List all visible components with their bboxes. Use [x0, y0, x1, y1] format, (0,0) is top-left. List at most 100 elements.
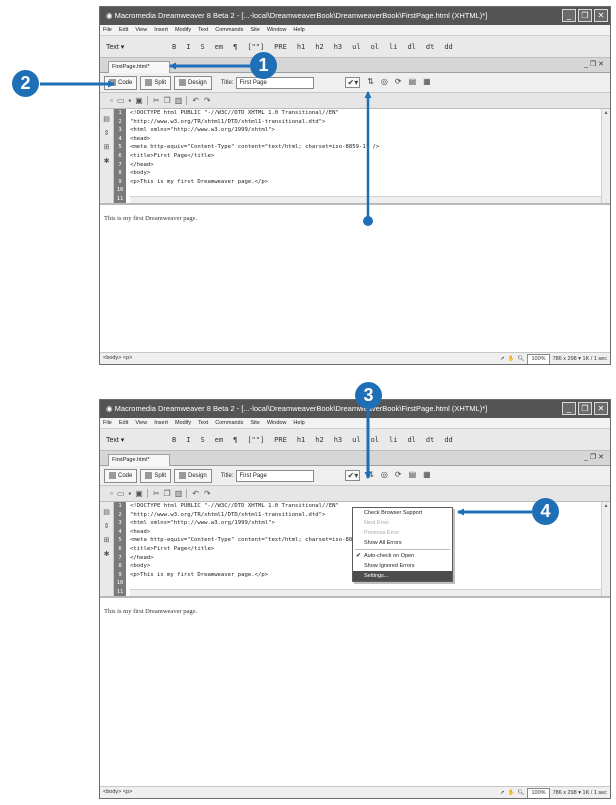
menu-modify[interactable]: Modify	[175, 418, 191, 428]
visual-aids-icon[interactable]: ▦	[423, 470, 431, 481]
undo-icon[interactable]: ↶	[192, 489, 199, 498]
gutter-select-parent-icon[interactable]: ⊞	[100, 143, 113, 151]
insert-btn-ul[interactable]: ul	[352, 43, 360, 51]
menu-help[interactable]: Help	[293, 418, 304, 428]
restore-button[interactable]: ❐	[578, 402, 592, 415]
menu-view[interactable]: View	[135, 418, 147, 428]
insert-btn-blockquote[interactable]: [""]	[247, 43, 264, 51]
cut-icon[interactable]: ✂	[153, 489, 160, 498]
tag-selector[interactable]: <body> <p>	[103, 355, 132, 361]
insert-btn-strong[interactable]: S	[200, 436, 204, 444]
refresh-icon[interactable]: ⟳	[395, 470, 402, 481]
menu-text[interactable]: Text	[198, 418, 208, 428]
code-view-button[interactable]: Code	[104, 468, 138, 483]
insert-btn-ul[interactable]: ul	[352, 436, 360, 444]
design-view-button[interactable]: Design	[174, 75, 212, 90]
new-file-icon[interactable]: ▫	[110, 96, 113, 105]
gutter-collapse-icon[interactable]: ⇕	[100, 522, 113, 530]
insert-btn-italic[interactable]: I	[186, 436, 190, 444]
menu-window[interactable]: Window	[267, 25, 287, 35]
zoom-tool-icon[interactable]: 🔍︎	[518, 788, 525, 798]
insert-btn-dt[interactable]: dt	[426, 436, 434, 444]
menu-file[interactable]: File	[103, 25, 112, 35]
insert-btn-li[interactable]: li	[389, 43, 397, 51]
title-input[interactable]: First Page	[236, 469, 315, 482]
menu-item-auto-check-on-open[interactable]: ✔ Auto-check on Open	[353, 551, 452, 561]
minimize-button[interactable]: _	[562, 9, 576, 22]
gutter-select-parent-icon[interactable]: ⊞	[100, 536, 113, 544]
open-icon[interactable]: ▭	[117, 96, 125, 105]
tag-selector[interactable]: <body> <p>	[103, 789, 132, 795]
insert-btn-dl[interactable]: dl	[407, 43, 415, 51]
file-management-icon[interactable]: ⇅	[367, 77, 374, 88]
design-view-button[interactable]: Design	[174, 468, 212, 483]
paste-icon[interactable]: ▥	[175, 96, 183, 105]
insert-btn-dt[interactable]: dt	[426, 43, 434, 51]
insert-btn-dl[interactable]: dl	[407, 436, 415, 444]
insert-category-select[interactable]: Text ▾	[106, 43, 142, 51]
preview-browser-icon[interactable]: ◎	[381, 77, 388, 88]
redo-icon[interactable]: ↷	[204, 489, 211, 498]
copy-icon[interactable]: ❐	[164, 489, 171, 498]
save-all-icon[interactable]: ▣	[135, 96, 143, 105]
gutter-balance-icon[interactable]: ✱	[100, 550, 113, 558]
insert-btn-strong[interactable]: S	[200, 43, 204, 51]
menu-item-show-all-errors[interactable]: Show All Errors	[353, 538, 452, 548]
code-view-button[interactable]: Code	[104, 75, 138, 90]
design-view[interactable]: This is my first Dreamweaver page.	[100, 205, 610, 355]
insert-btn-bold[interactable]: B	[172, 436, 176, 444]
design-paragraph[interactable]: This is my first Dreamweaver page.	[104, 608, 197, 615]
menu-view[interactable]: View	[135, 25, 147, 35]
open-icon[interactable]: ▭	[117, 489, 125, 498]
menu-text[interactable]: Text	[198, 25, 208, 35]
save-icon[interactable]: ▪	[128, 96, 131, 105]
menu-site[interactable]: Site	[250, 418, 259, 428]
save-icon[interactable]: ▪	[128, 489, 131, 498]
zoom-tool-icon[interactable]: 🔍︎	[518, 354, 525, 364]
close-button[interactable]: ✕	[594, 402, 608, 415]
menu-commands[interactable]: Commands	[215, 25, 243, 35]
restore-button[interactable]: ❐	[578, 9, 592, 22]
zoom-select[interactable]: 100%	[527, 788, 550, 798]
hand-tool-icon[interactable]: ✋	[508, 354, 515, 364]
document-tab[interactable]: FirstPage.html*	[108, 454, 170, 466]
insert-btn-h1[interactable]: h1	[297, 436, 305, 444]
undo-icon[interactable]: ↶	[192, 96, 199, 105]
insert-btn-h3[interactable]: h3	[334, 43, 342, 51]
insert-btn-italic[interactable]: I	[186, 43, 190, 51]
scroll-up-icon[interactable]: ▴	[602, 502, 610, 509]
gutter-open-documents-icon[interactable]: ▤	[100, 115, 113, 123]
view-options-icon[interactable]: ▤	[409, 470, 417, 481]
insert-btn-paragraph[interactable]: ¶	[233, 43, 237, 51]
menu-insert[interactable]: Insert	[154, 25, 168, 35]
code-horizontal-scrollbar[interactable]	[130, 589, 601, 596]
split-view-button[interactable]: Split	[140, 75, 172, 90]
refresh-icon[interactable]: ⟳	[395, 77, 402, 88]
menu-site[interactable]: Site	[250, 25, 259, 35]
insert-btn-em[interactable]: em	[215, 436, 223, 444]
redo-icon[interactable]: ↷	[204, 96, 211, 105]
insert-btn-em[interactable]: em	[215, 43, 223, 51]
title-input[interactable]: First Page	[236, 76, 315, 89]
menu-help[interactable]: Help	[293, 25, 304, 35]
scroll-up-icon[interactable]: ▴	[602, 109, 610, 116]
cut-icon[interactable]: ✂	[153, 96, 160, 105]
menu-modify[interactable]: Modify	[175, 25, 191, 35]
minimize-button[interactable]: _	[562, 402, 576, 415]
gutter-open-documents-icon[interactable]: ▤	[100, 508, 113, 516]
save-all-icon[interactable]: ▣	[135, 489, 143, 498]
insert-btn-h3[interactable]: h3	[334, 436, 342, 444]
design-paragraph[interactable]: This is my first Dreamweaver page.	[104, 215, 197, 222]
gutter-collapse-icon[interactable]: ⇕	[100, 129, 113, 137]
visual-aids-icon[interactable]: ▦	[423, 77, 431, 88]
window-size-info[interactable]: 786 x 298 ▾ 1K / 1 sec	[553, 788, 607, 798]
insert-btn-pre[interactable]: PRE	[274, 43, 287, 51]
insert-btn-li[interactable]: li	[389, 436, 397, 444]
insert-category-select[interactable]: Text ▾	[106, 436, 142, 444]
copy-icon[interactable]: ❐	[164, 96, 171, 105]
design-view[interactable]: This is my first Dreamweaver page.	[100, 598, 610, 788]
insert-btn-h2[interactable]: h2	[315, 436, 323, 444]
insert-btn-h1[interactable]: h1	[297, 43, 305, 51]
window-size-info[interactable]: 786 x 298 ▾ 1K / 1 sec	[553, 354, 607, 364]
select-tool-icon[interactable]: ➚	[500, 788, 505, 798]
